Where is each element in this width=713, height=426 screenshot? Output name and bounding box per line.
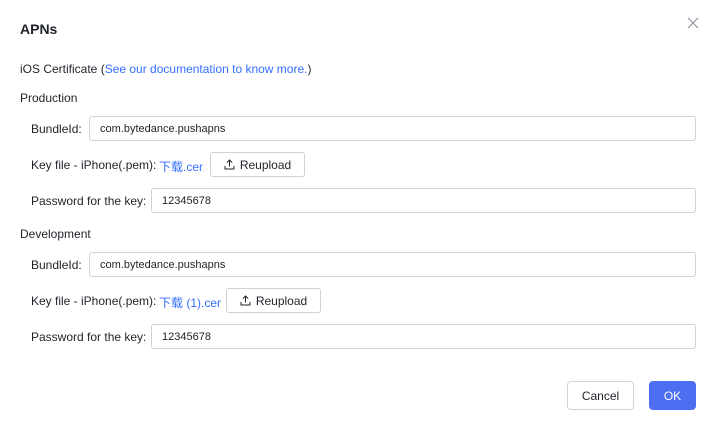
- development-bundle-id-input[interactable]: [89, 252, 696, 277]
- ios-certificate-line: iOS Certificate (See our documentation t…: [20, 62, 311, 76]
- cancel-button[interactable]: Cancel: [567, 381, 634, 410]
- dialog-title: APNs: [20, 21, 58, 37]
- development-section-label: Development: [20, 227, 91, 241]
- development-reupload-button[interactable]: Reupload: [226, 288, 321, 313]
- ios-certificate-label: iOS Certificate (: [20, 62, 105, 76]
- upload-icon: [240, 295, 251, 306]
- production-reupload-label: Reupload: [239, 157, 292, 172]
- production-bundle-id-input[interactable]: [89, 116, 696, 141]
- production-password-input[interactable]: [151, 188, 696, 213]
- development-key-file-label: Key file - iPhone(.pem):: [31, 294, 157, 308]
- production-key-file-link[interactable]: 下载.cer: [159, 158, 203, 175]
- production-reupload-button[interactable]: Reupload: [210, 152, 305, 177]
- production-bundle-id-label: BundleId:: [31, 122, 82, 136]
- production-key-file-label: Key file - iPhone(.pem):: [31, 158, 157, 172]
- development-key-file-link[interactable]: 下载 (1).cer: [159, 294, 221, 311]
- development-reupload-label: Reupload: [255, 293, 308, 308]
- production-password-label: Password for the key:: [31, 194, 147, 208]
- production-section-label: Production: [20, 91, 78, 105]
- development-password-label: Password for the key:: [31, 330, 147, 344]
- apns-dialog: APNs iOS Certificate (See our documentat…: [0, 0, 713, 426]
- documentation-link[interactable]: See our documentation to know more.: [105, 62, 308, 76]
- upload-icon: [224, 159, 235, 170]
- development-bundle-id-label: BundleId:: [31, 258, 82, 272]
- ok-button[interactable]: OK: [649, 381, 696, 410]
- ios-certificate-label-end: ): [307, 62, 312, 76]
- close-icon[interactable]: [685, 15, 701, 31]
- development-password-input[interactable]: [151, 324, 696, 349]
